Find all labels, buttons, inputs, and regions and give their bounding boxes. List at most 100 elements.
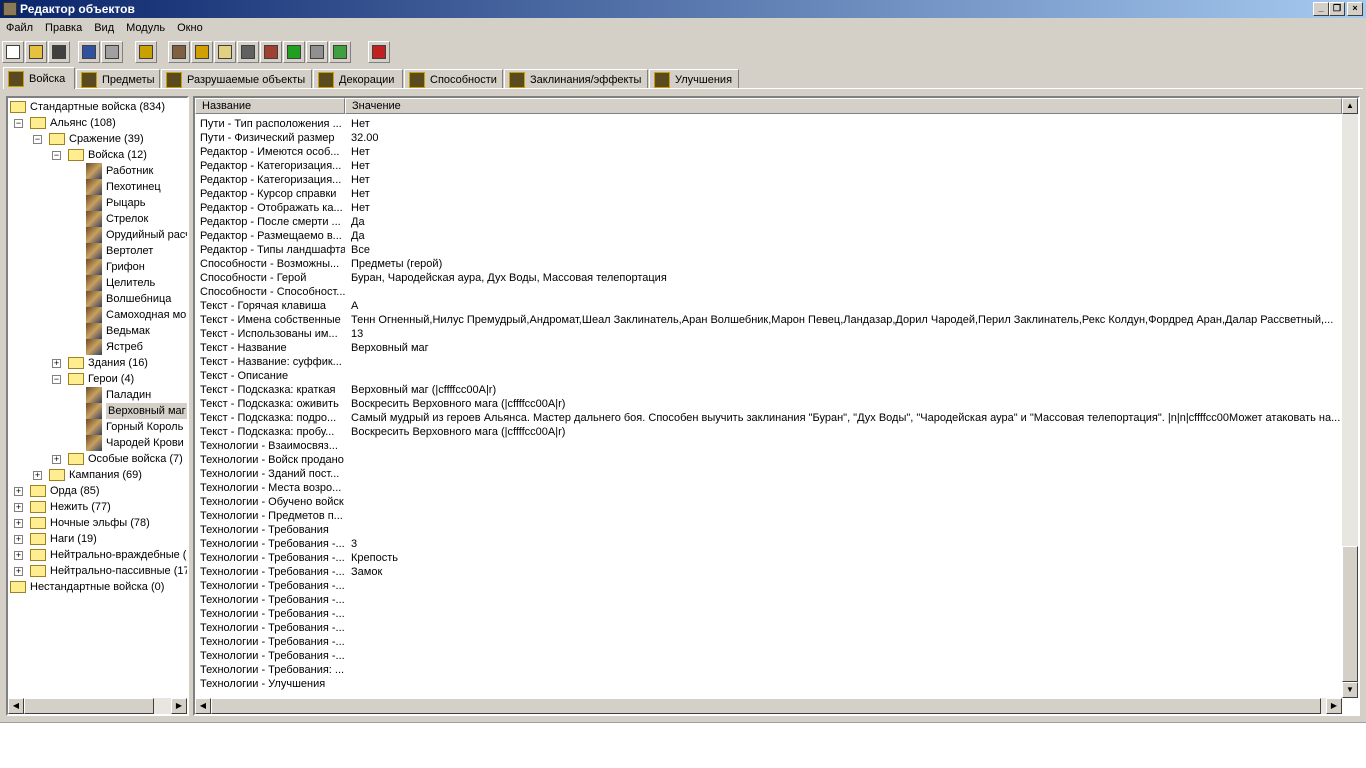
collapse-icon[interactable]: − (33, 134, 42, 144)
properties-horizontal-scrollbar[interactable]: ◀ ▶ (195, 698, 1342, 714)
tree-item[interactable]: + Кампания (69) (33, 467, 142, 483)
tab-6[interactable]: Улучшения (649, 69, 739, 89)
menu-3[interactable]: Модуль (120, 19, 171, 37)
table-row[interactable]: Текст - Горячая клавиша A (195, 299, 358, 313)
tree-item[interactable]: + Орда (85) (14, 483, 100, 499)
tree-item[interactable]: Пехотинец (86, 179, 161, 195)
table-row[interactable]: Текст - Подсказка: подро... Самый мудрый … (195, 411, 1340, 425)
toolbar-button[interactable] (214, 41, 236, 63)
menu-0[interactable]: Файл (0, 19, 39, 37)
table-row[interactable]: Текст - Описание (195, 369, 351, 383)
table-row[interactable]: Технологии - Обучено войск (195, 495, 351, 509)
tree-item[interactable]: Паладин (86, 387, 151, 403)
tab-4[interactable]: Способности (404, 69, 503, 89)
table-row[interactable]: Технологии - Требования -... 3 (195, 537, 357, 551)
tree-horizontal-scrollbar[interactable]: ◀ ▶ (8, 698, 187, 714)
expand-icon[interactable]: + (14, 550, 23, 560)
table-row[interactable]: Технологии - Предметов п... (195, 509, 351, 523)
table-row[interactable]: Редактор - После смерти ... Да (195, 215, 365, 229)
properties-vertical-scrollbar[interactable]: ▲ ▼ (1342, 98, 1358, 698)
toolbar-button[interactable] (306, 41, 328, 63)
table-row[interactable]: Технологии - Требования -... (195, 649, 351, 663)
toolbar-button[interactable] (2, 41, 24, 63)
tab-1[interactable]: Предметы (76, 69, 160, 89)
toolbar-button[interactable] (48, 41, 70, 63)
table-row[interactable]: Текст - Подсказка: пробу... Воскресить Ве… (195, 425, 565, 439)
tab-3[interactable]: Декорации (313, 69, 403, 89)
tree-item[interactable]: Чародей Крови (86, 435, 184, 451)
expand-icon[interactable]: + (14, 502, 23, 512)
toolbar-button[interactable] (168, 41, 190, 63)
column-header-name[interactable]: Название (195, 98, 345, 114)
scroll-down-button[interactable]: ▼ (1342, 682, 1358, 698)
collapse-icon[interactable]: − (52, 150, 61, 160)
table-row[interactable]: Пути - Тип расположения ... Нет (195, 117, 370, 131)
tree-item[interactable]: + Нежить (77) (14, 499, 111, 515)
scroll-left-button[interactable]: ◀ (195, 698, 211, 714)
menu-2[interactable]: Вид (88, 19, 120, 37)
tree-item[interactable]: − Альянс (108) (14, 115, 116, 131)
tree-item[interactable]: Верховный маг (86, 403, 187, 419)
expand-icon[interactable]: + (14, 534, 23, 544)
tree-item[interactable]: Ведьмак (86, 323, 150, 339)
table-row[interactable]: Технологии - Требования -... Крепость (195, 551, 398, 565)
tree-item[interactable]: Рыцарь (86, 195, 146, 211)
toolbar-button[interactable] (135, 41, 157, 63)
properties-list[interactable]: Название Значение Пути - Тип расположени… (193, 96, 1360, 716)
table-row[interactable]: Технологии - Зданий пост... (195, 467, 351, 481)
table-row[interactable]: Технологии - Требования -... Замок (195, 565, 382, 579)
object-tree[interactable]: Стандартные войска (834) − Альянс (108) − Ср… (6, 96, 189, 716)
toolbar-button[interactable] (368, 41, 390, 63)
tree-item[interactable]: + Наги (19) (14, 531, 97, 547)
table-row[interactable]: Способности - Возможны... Предметы (герой… (195, 257, 442, 271)
table-row[interactable]: Технологии - Требования -... (195, 635, 351, 649)
tree-item[interactable]: − Войска (12) (52, 147, 147, 163)
menu-1[interactable]: Правка (39, 19, 88, 37)
table-row[interactable]: Редактор - Типы ландшафта Все (195, 243, 370, 257)
scroll-thumb[interactable] (211, 698, 1321, 714)
table-row[interactable]: Текст - Имена собственные Тенн Огненный,Н… (195, 313, 1333, 327)
column-header-value[interactable]: Значение (345, 98, 1342, 114)
expand-icon[interactable]: + (14, 566, 23, 576)
table-row[interactable]: Пути - Физический размер 32.00 (195, 131, 379, 145)
tree-item[interactable]: Самоходная мортира (86, 307, 187, 323)
scroll-right-button[interactable]: ▶ (171, 698, 187, 714)
tree-item[interactable]: + Особые войска (7) (52, 451, 183, 467)
restore-button[interactable]: ❐ (1329, 2, 1345, 16)
tree-item[interactable]: Целитель (86, 275, 155, 291)
close-button[interactable]: × (1347, 2, 1363, 16)
table-row[interactable]: Редактор - Курсор справки Нет (195, 187, 370, 201)
toolbar-button[interactable] (25, 41, 47, 63)
table-row[interactable]: Текст - Название: суффик... (195, 355, 351, 369)
expand-icon[interactable]: + (33, 470, 42, 480)
table-row[interactable]: Технологии - Требования -... (195, 579, 351, 593)
expand-icon[interactable]: + (14, 518, 23, 528)
table-row[interactable]: Технологии - Места возро... (195, 481, 351, 495)
tab-5[interactable]: Заклинания/эффекты (504, 69, 648, 89)
scroll-up-button[interactable]: ▲ (1342, 98, 1358, 114)
tree-item[interactable]: Стрелок (86, 211, 148, 227)
table-row[interactable]: Редактор - Категоризация... Нет (195, 173, 370, 187)
minimize-button[interactable]: _ (1313, 2, 1329, 16)
tree-item[interactable]: Грифон (86, 259, 145, 275)
table-row[interactable]: Технологии - Требования -... (195, 593, 351, 607)
toolbar-button[interactable] (260, 41, 282, 63)
table-row[interactable]: Технологии - Взаимосвяз... (195, 439, 351, 453)
table-row[interactable]: Способности - Герой Буран, Чародейская ау… (195, 271, 667, 285)
toolbar-button[interactable] (78, 41, 100, 63)
scroll-thumb[interactable] (24, 698, 154, 714)
table-row[interactable]: Редактор - Категоризация... Нет (195, 159, 370, 173)
tree-item[interactable]: Нестандартные войска (0) (10, 579, 164, 595)
expand-icon[interactable]: + (14, 486, 23, 496)
table-row[interactable]: Текст - Использованы им... 13 (195, 327, 363, 341)
table-row[interactable]: Технологии - Требования (195, 523, 351, 537)
expand-icon[interactable]: + (52, 358, 61, 368)
tree-item[interactable]: Стандартные войска (834) (10, 99, 165, 115)
tree-item[interactable]: Горный Король (86, 419, 183, 435)
table-row[interactable]: Способности - Способност... (195, 285, 351, 299)
table-row[interactable]: Технологии - Улучшения (195, 677, 351, 691)
tree-item[interactable]: + Нейтрально-пассивные (17 (14, 563, 187, 579)
tree-item[interactable]: + Нейтрально-враждебные (2 (14, 547, 187, 563)
table-row[interactable]: Редактор - Имеются особ... Нет (195, 145, 370, 159)
table-row[interactable]: Технологии - Требования -... (195, 607, 351, 621)
